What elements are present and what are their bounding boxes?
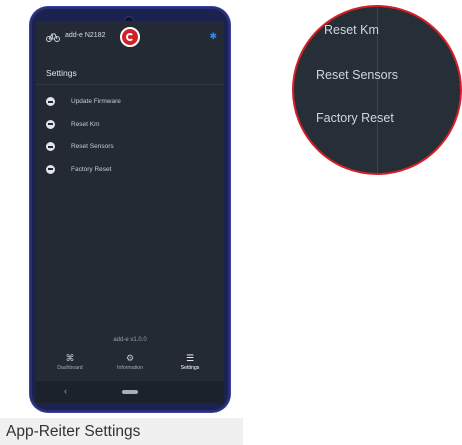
app-header: add-e N2182 ✱ bbox=[36, 21, 224, 53]
zoom-item-reset-sensors: Reset Sensors bbox=[316, 68, 398, 82]
tab-label: Settings bbox=[180, 365, 200, 371]
menu-item-label: Reset Km bbox=[71, 120, 100, 128]
gear-icon: ⚙ bbox=[125, 353, 135, 363]
home-button[interactable] bbox=[122, 390, 138, 394]
menu-item-label: Update Firmware bbox=[71, 98, 121, 105]
system-nav-bar: ‹ bbox=[36, 381, 224, 403]
reset-icon bbox=[46, 119, 55, 129]
zoom-item-reset-km: Reset Km bbox=[324, 23, 379, 37]
tab-label: Information bbox=[117, 365, 143, 371]
back-icon[interactable]: ‹ bbox=[64, 386, 67, 396]
zoom-item-factory-reset: Factory Reset bbox=[316, 111, 394, 125]
bluetooth-icon[interactable]: ✱ bbox=[209, 31, 217, 42]
tab-information[interactable]: ⚙ Information bbox=[103, 352, 157, 371]
bike-icon: ⌘ bbox=[65, 353, 75, 363]
app-screen: add-e N2182 ✱ Settings Update Firmware R… bbox=[36, 21, 224, 403]
minus-circle-icon bbox=[46, 142, 55, 151]
sliders-icon: ☰ bbox=[185, 353, 195, 363]
menu-item-label: Factory Reset bbox=[71, 165, 112, 173]
menu-item-reset-km[interactable]: Reset Km bbox=[36, 117, 224, 140]
minus-circle-icon bbox=[46, 164, 55, 174]
divider bbox=[36, 84, 224, 85]
tab-settings[interactable]: ☰ Settings bbox=[163, 352, 217, 371]
brand-logo bbox=[120, 27, 140, 47]
cloud-upload-icon bbox=[46, 97, 55, 106]
menu-item-update-firmware[interactable]: Update Firmware bbox=[36, 94, 224, 117]
zoom-magnifier: Reset Km Reset Sensors Factory Reset bbox=[292, 5, 462, 175]
bottom-nav: ⌘ Dashboard ⚙ Information ☰ Settings bbox=[36, 352, 224, 380]
menu-item-reset-sensors[interactable]: Reset Sensors bbox=[36, 139, 224, 162]
settings-menu: Update Firmware Reset Km Reset Sensors F… bbox=[36, 94, 224, 184]
menu-item-label: Reset Sensors bbox=[71, 143, 114, 150]
tab-label: Dashboard bbox=[57, 365, 83, 371]
bike-icon bbox=[46, 33, 60, 42]
tab-dashboard[interactable]: ⌘ Dashboard bbox=[43, 352, 97, 371]
figure-caption: App-Reiter Settings bbox=[0, 418, 243, 445]
device-name: add-e N2182 bbox=[65, 32, 106, 39]
app-version: add-e v1.0.0 bbox=[113, 337, 147, 343]
page-title: Settings bbox=[46, 68, 77, 78]
menu-item-factory-reset[interactable]: Factory Reset bbox=[36, 162, 224, 185]
